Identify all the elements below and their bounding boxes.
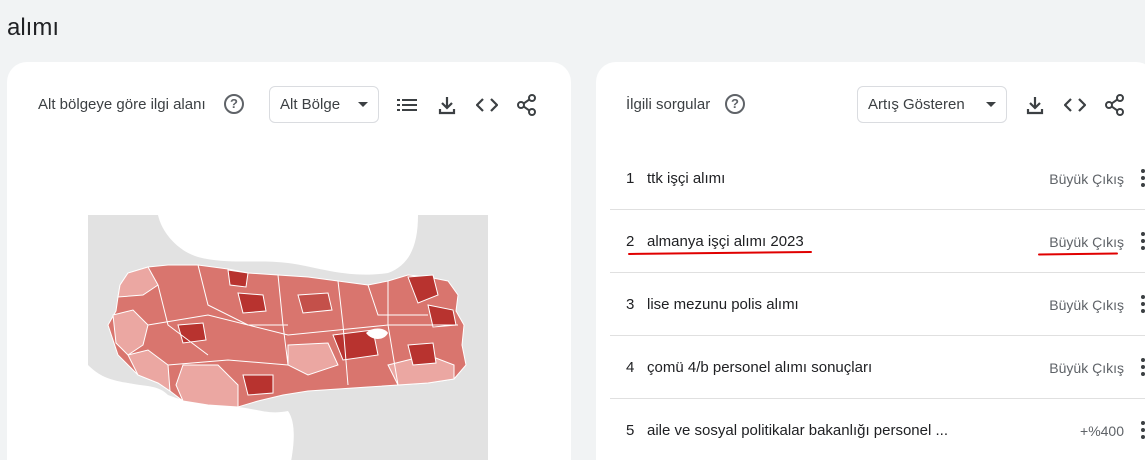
red-underline-annotation [1037,252,1119,256]
list-item[interactable]: 2 almanya işçi alımı 2023 Büyük Çıkış [610,210,1145,273]
region-level-dropdown[interactable]: Alt Bölge [269,86,379,123]
query-type-dropdown[interactable]: Artış Gösteren [857,86,1007,123]
more-vert-icon[interactable] [1140,295,1145,313]
query-link[interactable]: çomü 4/b personel alımı sonuçları [647,359,872,376]
download-icon[interactable] [1023,93,1047,117]
caret-down-icon [358,102,368,107]
list-item[interactable]: 3 lise mezunu polis alımı Büyük Çıkış [610,273,1145,336]
query-link[interactable]: almanya işçi alımı 2023 [647,233,804,250]
growth-value: +%400 [1080,423,1124,439]
growth-value: Büyük Çıkış [1049,171,1124,187]
dropdown-label: Artış Gösteren [868,96,965,113]
more-vert-icon[interactable] [1140,358,1145,376]
caret-down-icon [986,102,996,107]
list-icon[interactable] [395,93,419,117]
related-queries-card: İlgili sorgular ? Artış Gösteren 1 ttk i… [596,62,1145,460]
embed-code-icon[interactable] [1063,93,1087,117]
page-title: alımı [7,14,60,41]
growth-value: Büyük Çıkış [1049,234,1124,250]
card-title: Alt bölgeye göre ilgi alanı [38,96,206,113]
rank: 5 [626,422,635,439]
rank: 1 [626,170,635,187]
query-link[interactable]: ttk işçi alımı [647,170,725,187]
choropleth-map [88,215,488,460]
rank: 4 [626,359,635,376]
dropdown-label: Alt Bölge [280,96,341,113]
more-vert-icon[interactable] [1140,169,1145,187]
more-vert-icon[interactable] [1140,232,1145,250]
help-icon[interactable]: ? [725,94,745,114]
list-item[interactable]: 1 ttk işçi alımı Büyük Çıkış [610,147,1145,210]
growth-value: Büyük Çıkış [1049,297,1124,313]
help-icon[interactable]: ? [224,94,244,114]
growth-value: Büyük Çıkış [1049,360,1124,376]
more-vert-icon[interactable] [1140,421,1145,439]
share-icon[interactable] [515,93,539,117]
download-icon[interactable] [435,93,459,117]
query-link[interactable]: aile ve sosyal politikalar bakanlığı per… [647,422,948,439]
related-queries-list: 1 ttk işçi alımı Büyük Çıkış 2 almanya i… [610,147,1145,460]
list-item[interactable]: 4 çomü 4/b personel alımı sonuçları Büyü… [610,336,1145,399]
rank: 3 [626,296,635,313]
share-icon[interactable] [1103,93,1127,117]
embed-code-icon[interactable] [475,93,499,117]
red-underline-annotation [627,251,813,255]
card-title: İlgili sorgular [626,96,711,113]
interest-by-subregion-card: Alt bölgeye göre ilgi alanı ? Alt Bölge [7,62,571,460]
rank: 2 [626,233,635,250]
query-link[interactable]: lise mezunu polis alımı [647,296,799,313]
list-item[interactable]: 5 aile ve sosyal politikalar bakanlığı p… [610,399,1145,460]
